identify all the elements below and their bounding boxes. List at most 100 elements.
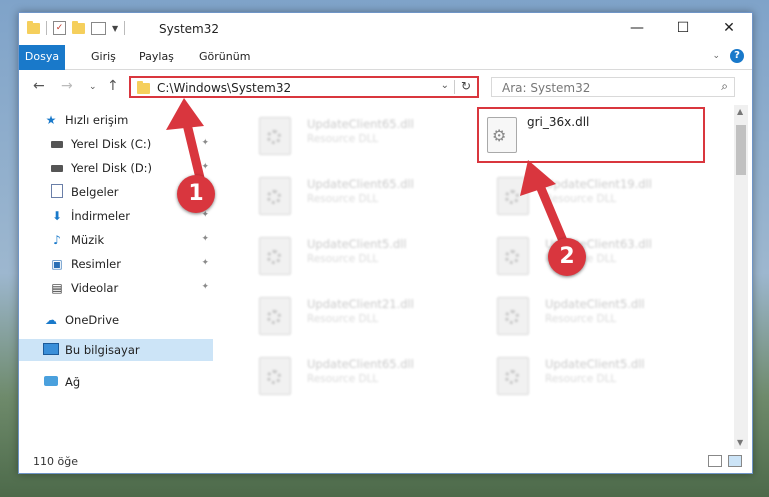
- maximize-button[interactable]: ☐: [660, 13, 706, 43]
- pin-icon[interactable]: ✦: [201, 258, 209, 268]
- up-button[interactable]: ↑: [107, 78, 119, 94]
- step-1-badge: 1: [177, 175, 215, 213]
- step-2-badge: 2: [548, 238, 586, 276]
- highlighted-file-name: gri_36x.dll: [527, 115, 590, 129]
- sidebar-item-label: Yerel Disk (D:): [71, 161, 153, 175]
- network-icon: [43, 375, 59, 389]
- dll-file-icon: [259, 357, 291, 395]
- dll-file-icon: [497, 357, 529, 395]
- pin-icon[interactable]: ✦: [201, 162, 209, 172]
- toolbar-divider: [46, 21, 47, 35]
- pin-icon[interactable]: ✦: [201, 138, 209, 148]
- list-item[interactable]: UpdateClient65.dll Resource DLL: [239, 351, 469, 401]
- sidebar-item-quick-access[interactable]: ★ Hızlı erişim: [43, 109, 213, 131]
- file-type: Resource DLL: [545, 313, 617, 325]
- sidebar-item-label: Hızlı erişim: [65, 113, 129, 127]
- address-dropdown-icon[interactable]: ⌄: [441, 80, 449, 91]
- sidebar-item-local-disk-c[interactable]: Yerel Disk (C:) ✦: [19, 133, 213, 155]
- dll-file-icon: [497, 177, 529, 215]
- sidebar-item-label: Resimler: [71, 257, 121, 271]
- tab-view[interactable]: Görünüm: [189, 45, 260, 69]
- item-count: 110 öğe: [33, 455, 78, 468]
- sidebar-item-local-disk-d[interactable]: Yerel Disk (D:) ✦: [19, 157, 213, 179]
- list-item[interactable]: UpdateClient21.dll Resource DLL: [239, 291, 469, 341]
- pictures-icon: ▣: [51, 257, 63, 271]
- vertical-scrollbar[interactable]: ▲ ▼: [734, 105, 748, 449]
- sidebar-item-label: İndirmeler: [71, 209, 130, 223]
- properties-icon[interactable]: [91, 21, 106, 35]
- minimize-button[interactable]: —: [614, 13, 660, 43]
- sidebar-item-music[interactable]: ♪ Müzik ✦: [19, 229, 213, 251]
- computer-icon: [43, 342, 59, 358]
- recent-locations-button[interactable]: ⌄: [89, 82, 97, 92]
- file-name: UpdateClient19.dll: [545, 177, 652, 191]
- scroll-up-icon[interactable]: ▲: [737, 107, 743, 116]
- sidebar-item-label: Videolar: [71, 281, 119, 295]
- large-icons-view-icon[interactable]: [728, 455, 742, 467]
- sidebar-item-videos[interactable]: ▤ Videolar ✦: [19, 277, 213, 299]
- tab-home[interactable]: Giriş: [81, 45, 126, 69]
- file-type: Resource DLL: [545, 193, 617, 205]
- dll-gear-file-icon: [487, 117, 517, 153]
- dll-file-icon: [259, 117, 291, 155]
- scroll-thumb[interactable]: [736, 125, 746, 175]
- list-item[interactable]: UpdateClient19.dll Resource DLL: [477, 171, 707, 221]
- window-title: System32: [159, 22, 220, 36]
- pin-icon[interactable]: ✦: [201, 282, 209, 292]
- close-button[interactable]: ✕: [706, 13, 752, 43]
- sidebar-item-label: Belgeler: [71, 185, 119, 199]
- cloud-icon: ☁: [45, 313, 57, 327]
- help-icon[interactable]: ?: [730, 49, 744, 63]
- quick-access-toolbar: ✓ ▼: [27, 20, 126, 35]
- scroll-down-icon[interactable]: ▼: [737, 438, 743, 447]
- star-icon: ★: [45, 113, 57, 127]
- search-box[interactable]: Ara: System32 ⌕: [491, 77, 735, 97]
- file-name: UpdateClient21.dll: [307, 297, 414, 311]
- file-name: UpdateClient5.dll: [307, 237, 407, 251]
- file-name: UpdateClient65.dll: [307, 357, 414, 371]
- document-icon: [49, 183, 65, 201]
- folder-icon: [137, 81, 150, 94]
- tab-share[interactable]: Paylaş: [129, 45, 184, 69]
- toolbar-divider: [124, 21, 126, 35]
- sidebar-item-pictures[interactable]: ▣ Resimler ✦: [19, 253, 213, 275]
- title-bar: ✓ ▼ System32 — ☐ ✕: [19, 13, 752, 45]
- address-bar[interactable]: C:\Windows\System32 ⌄ ↻: [129, 76, 479, 98]
- list-item[interactable]: UpdateClient5.dll Resource DLL: [477, 291, 707, 341]
- expand-ribbon-icon[interactable]: ⌄: [712, 51, 720, 61]
- list-item[interactable]: UpdateClient65.dll Resource DLL: [239, 171, 469, 221]
- pin-icon[interactable]: ✦: [201, 234, 209, 244]
- address-divider: [454, 80, 455, 94]
- sidebar-item-network[interactable]: Ağ: [19, 371, 213, 393]
- sidebar-item-label: Ağ: [65, 375, 81, 389]
- list-item[interactable]: UpdateClient5.dll Resource DLL: [477, 351, 707, 401]
- sidebar-item-this-pc[interactable]: Bu bilgisayar: [19, 339, 213, 361]
- dll-file-icon: [259, 177, 291, 215]
- file-type: Resource DLL: [307, 193, 379, 205]
- music-icon: ♪: [53, 233, 61, 247]
- search-icon[interactable]: ⌕: [721, 79, 728, 94]
- list-item[interactable]: UpdateClient5.dll Resource DLL: [239, 231, 469, 281]
- list-item[interactable]: UpdateClient63.dll Resource DLL: [477, 231, 707, 281]
- new-folder-icon[interactable]: [72, 20, 85, 34]
- file-name: UpdateClient5.dll: [545, 297, 645, 311]
- address-path[interactable]: C:\Windows\System32: [157, 81, 291, 95]
- sidebar-item-onedrive[interactable]: ☁ OneDrive: [19, 309, 213, 331]
- file-name: UpdateClient5.dll: [545, 357, 645, 371]
- forward-button[interactable]: →: [61, 78, 73, 94]
- dll-file-icon: [497, 237, 529, 275]
- file-list: UpdateClient65.dll Resource DLL UpdateCl…: [219, 105, 731, 449]
- details-view-icon[interactable]: [708, 455, 722, 467]
- video-icon: ▤: [51, 281, 63, 295]
- highlighted-file-item[interactable]: gri_36x.dll: [477, 107, 705, 163]
- file-type: Resource DLL: [307, 313, 379, 325]
- properties-check-icon[interactable]: ✓: [53, 21, 66, 35]
- back-button[interactable]: ←: [33, 78, 45, 94]
- list-item[interactable]: UpdateClient65.dll Resource DLL: [239, 111, 469, 161]
- dll-file-icon: [259, 297, 291, 335]
- status-bar: 110 öğe: [19, 449, 752, 473]
- refresh-button[interactable]: ↻: [461, 79, 471, 93]
- folder-icon: [27, 20, 40, 34]
- customize-toolbar-dropdown-icon[interactable]: ▼: [112, 24, 118, 33]
- search-input[interactable]: Ara: System32: [502, 81, 590, 95]
